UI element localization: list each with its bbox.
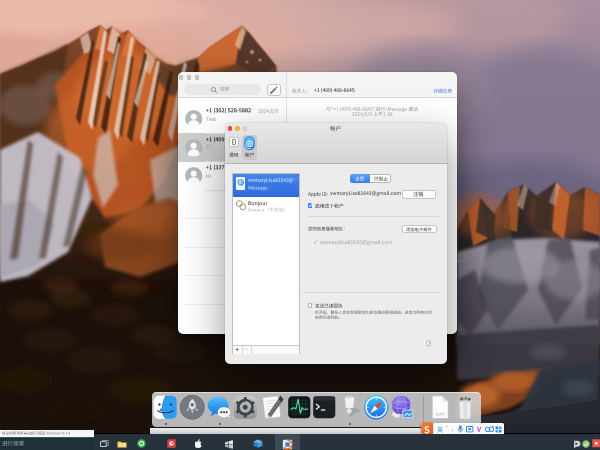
- svg-text:SOFT: SOFT: [435, 413, 445, 417]
